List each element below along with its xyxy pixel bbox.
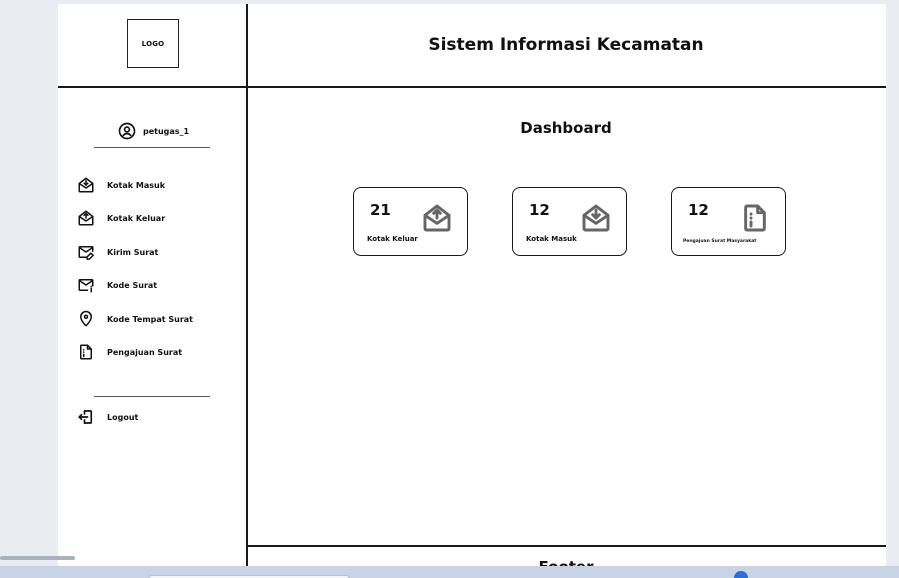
user-circle-icon xyxy=(118,122,136,140)
app-title: Sistem Informasi Kecamatan xyxy=(428,35,704,55)
sidebar-item-kirim-surat[interactable]: Kirim Surat xyxy=(77,243,158,261)
inbox-download-icon xyxy=(582,204,610,232)
sidebar-item-kode-surat[interactable]: Kode Surat xyxy=(77,276,157,294)
user-divider xyxy=(94,147,210,148)
stat-count: 21 xyxy=(370,201,391,219)
sidebar-item-label: Kode Tempat Surat xyxy=(107,314,194,324)
stat-label: Pengajuan Surat Masyarakat xyxy=(683,239,757,244)
sidebar-item-kotak-keluar[interactable]: Kotak Keluar xyxy=(77,209,165,227)
user-name: petugas_1 xyxy=(143,126,190,136)
header-divider xyxy=(58,86,886,88)
sidebar-item-label: Kirim Surat xyxy=(107,247,159,257)
logout-icon xyxy=(78,410,93,424)
stat-card-kotak-masuk[interactable]: 12 Kotak Masuk xyxy=(512,187,627,256)
stat-count: 12 xyxy=(529,201,550,219)
inbox-upload-icon xyxy=(78,210,94,226)
logout-button[interactable]: Logout xyxy=(77,408,138,426)
stat-label: Kotak Keluar xyxy=(367,235,418,243)
stat-count: 12 xyxy=(688,201,709,219)
page-title: Dashboard xyxy=(520,119,612,137)
logo-text: LOGO xyxy=(141,39,165,48)
sidebar-item-label: Kotak Masuk xyxy=(107,180,166,190)
app-canvas: LOGO Sistem Informasi Kecamatan petugas_… xyxy=(58,4,886,576)
logo[interactable]: LOGO xyxy=(127,19,179,68)
stat-card-kotak-keluar[interactable]: 21 Kotak Keluar xyxy=(353,187,468,256)
sidebar-item-label: Kotak Keluar xyxy=(107,213,166,223)
sidebar-divider xyxy=(246,4,248,566)
logout-label: Logout xyxy=(107,412,139,422)
sidebar-item-kode-tempat-surat[interactable]: Kode Tempat Surat xyxy=(77,310,193,328)
mail-info-icon xyxy=(78,279,94,293)
sidebar-item-kotak-masuk[interactable]: Kotak Masuk xyxy=(77,176,165,194)
taskbar-app-icon[interactable] xyxy=(734,571,748,578)
sidebar-item-pengajuan-surat[interactable]: Pengajuan Surat xyxy=(77,343,182,361)
sidebar-item-label: Kode Surat xyxy=(107,280,158,290)
logout-divider xyxy=(94,396,210,397)
footer-divider xyxy=(246,545,886,547)
document-icon xyxy=(80,344,92,360)
taskbar xyxy=(0,566,899,578)
stat-label: Kotak Masuk xyxy=(526,235,577,243)
mail-edit-icon xyxy=(78,246,94,260)
inbox-upload-icon xyxy=(423,204,451,232)
horizontal-scrollbar[interactable] xyxy=(0,556,75,560)
user-profile[interactable]: petugas_1 xyxy=(118,121,189,141)
sidebar-item-label: Pengajuan Surat xyxy=(107,347,183,357)
map-pin-icon xyxy=(80,310,92,327)
stat-card-pengajuan-surat[interactable]: 12 Pengajuan Surat Masyarakat xyxy=(671,187,786,256)
inbox-download-icon xyxy=(78,177,94,193)
document-icon xyxy=(744,204,766,232)
